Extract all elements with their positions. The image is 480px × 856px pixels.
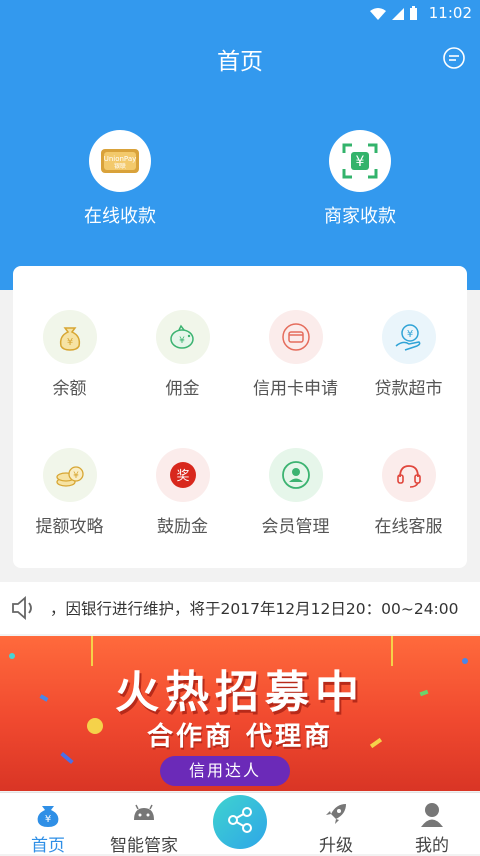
- banner-subline: 合作商 代理商: [146, 722, 334, 752]
- unionpay-card-icon: UnionPay 银联: [89, 130, 151, 192]
- quick-online-payment[interactable]: UnionPay 银联 在线收款: [40, 130, 200, 228]
- banner-headline: 火热招募中: [115, 667, 365, 718]
- banner-tag: 信用达人: [160, 756, 290, 786]
- promo-banner[interactable]: 火热招募中 合作商 代理商 信用达人: [0, 636, 480, 791]
- svg-text:奖: 奖: [176, 469, 189, 484]
- qr-scan-yuan-icon: ¥: [329, 130, 391, 192]
- home-yuan-icon: ¥: [33, 799, 63, 829]
- svg-text:¥: ¥: [179, 336, 185, 346]
- coin-stack-icon: ¥: [42, 448, 97, 502]
- grid-label: 鼓励金: [157, 517, 208, 537]
- svg-text:¥: ¥: [406, 329, 412, 340]
- grid-item-reward-fund[interactable]: 奖 鼓励金: [126, 448, 239, 537]
- tab-label: 升级: [319, 836, 353, 856]
- grid-item-loan-market[interactable]: ¥ 贷款超市: [352, 310, 465, 399]
- status-icons: [369, 6, 418, 25]
- tab-smart-manager[interactable]: 智能管家: [96, 795, 192, 856]
- quick-label: 商家收款: [324, 206, 396, 227]
- tab-label: 智能管家: [110, 836, 178, 856]
- reward-badge-icon: 奖: [155, 448, 210, 502]
- svg-text:¥: ¥: [73, 471, 79, 481]
- quick-label: 在线收款: [84, 206, 156, 227]
- status-time: 11:02: [428, 4, 472, 22]
- grid-label: 在线客服: [374, 517, 443, 537]
- grid-label: 提额攻略: [35, 517, 104, 537]
- headset-icon: [381, 448, 436, 502]
- tab-mine[interactable]: 我的: [384, 795, 480, 856]
- hand-coin-icon: ¥: [381, 310, 436, 364]
- quick-merchant-payment[interactable]: ¥ 商家收款: [280, 130, 440, 228]
- user-icon: [417, 799, 447, 829]
- svg-text:UnionPay: UnionPay: [104, 155, 137, 163]
- grid-label: 信用卡申请: [253, 379, 338, 399]
- tab-upgrade[interactable]: 升级: [288, 795, 384, 856]
- grid-item-member-management[interactable]: 会员管理: [239, 448, 352, 537]
- svg-text:¥: ¥: [66, 337, 72, 348]
- grid-label: 佣金: [165, 379, 200, 399]
- speaker-icon: [10, 595, 38, 625]
- grid-item-limit-strategy[interactable]: ¥ 提额攻略: [13, 448, 126, 537]
- svg-text:¥: ¥: [45, 814, 51, 825]
- svg-text:¥: ¥: [356, 154, 365, 170]
- battery-icon: [409, 6, 418, 25]
- grid-item-credit-card-apply[interactable]: 信用卡申请: [239, 310, 352, 399]
- header: 首页 UnionPay 银联 在线收款 ¥ 商家收款: [0, 26, 480, 290]
- status-bar: 11:02: [0, 0, 480, 26]
- tab-label: 首页: [31, 836, 65, 856]
- grid-item-balance[interactable]: ¥ 余额: [13, 310, 126, 399]
- share-icon: [225, 805, 255, 839]
- grid-label: 会员管理: [261, 517, 330, 537]
- rocket-icon: [321, 799, 351, 829]
- credit-card-icon: [268, 310, 323, 364]
- share-button[interactable]: [213, 795, 267, 849]
- signal-icon: [391, 6, 405, 25]
- money-bag-icon: ¥: [42, 310, 97, 364]
- grid-label: 贷款超市: [374, 379, 443, 399]
- piggy-bank-icon: ¥: [155, 310, 210, 364]
- android-robot-icon: [129, 799, 159, 829]
- member-icon: [268, 448, 323, 502]
- notice-bar[interactable]: ，因银行进行维护，将于2017年12月12日20：00~24:00: [0, 582, 480, 634]
- wifi-icon: [369, 6, 387, 25]
- page-title: 首页: [217, 49, 263, 75]
- grid-item-online-support[interactable]: 在线客服: [352, 448, 465, 537]
- tab-home[interactable]: ¥ 首页: [0, 795, 96, 856]
- grid-item-commission[interactable]: ¥ 佣金: [126, 310, 239, 399]
- notice-text: ，因银行进行维护，将于2017年12月12日20：00~24:00: [50, 600, 459, 618]
- services-card: ¥ 余额 ¥ 佣金 信用卡申请 ¥ 贷款超市 ¥ 提额攻略 奖 鼓励金 会员管理…: [13, 266, 467, 568]
- svg-text:银联: 银联: [114, 162, 126, 170]
- message-icon[interactable]: [442, 46, 466, 70]
- tab-label: 我的: [415, 836, 449, 856]
- grid-label: 余额: [52, 379, 87, 399]
